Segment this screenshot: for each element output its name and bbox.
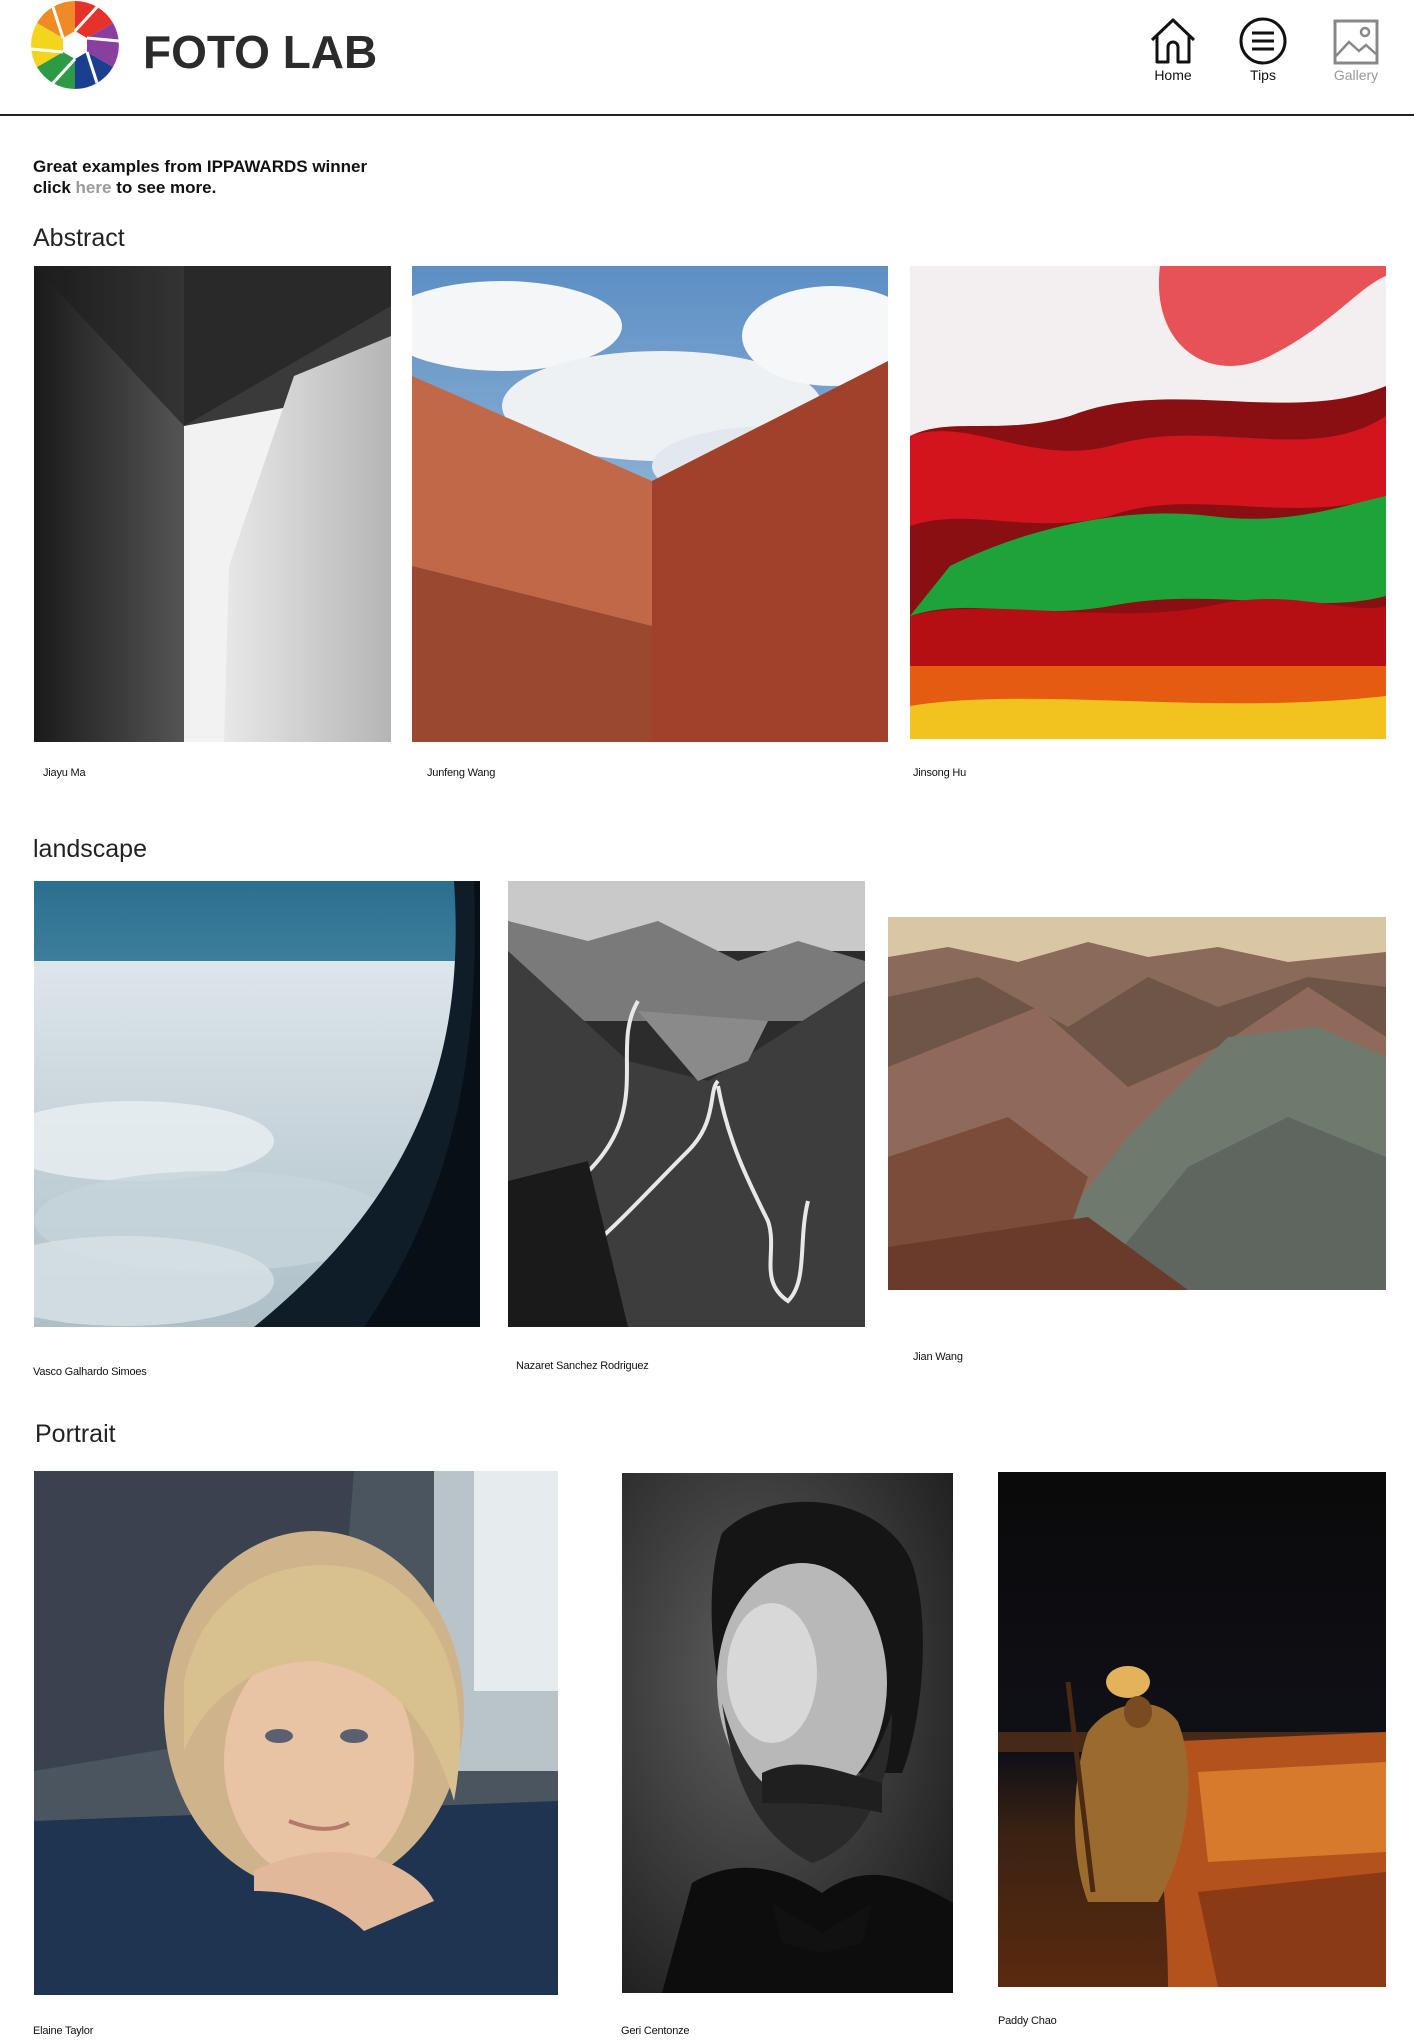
photo-landscape-2[interactable] (508, 881, 865, 1327)
photo-caption: Vasco Galhardo Simoes (33, 1366, 147, 1378)
photo-image (998, 1472, 1386, 1987)
photo-caption: Geri Centonze (621, 2025, 690, 2037)
photo-image (622, 1473, 953, 1993)
more-examples-link[interactable]: here (76, 178, 112, 197)
intro-text: Great examples from IPPAWARDS winner cli… (33, 156, 367, 198)
photo-image (34, 881, 480, 1327)
photo-portrait-3[interactable] (998, 1472, 1386, 1987)
photo-caption: Junfeng Wang (427, 767, 496, 779)
photo-caption: Nazaret Sanchez Rodriguez (516, 1360, 649, 1372)
photo-image (508, 881, 865, 1327)
nav-gallery-label: Gallery (1333, 67, 1379, 83)
gallery-icon (1333, 19, 1379, 65)
intro-line-2: click here to see more. (33, 177, 367, 198)
menu-icon (1239, 17, 1287, 65)
brand-name[interactable]: FOTO LAB (143, 24, 377, 80)
photo-image (888, 917, 1386, 1290)
photo-image (412, 266, 888, 742)
photo-abstract-2[interactable] (412, 266, 888, 742)
photo-landscape-1[interactable] (34, 881, 480, 1327)
photo-abstract-1[interactable] (34, 266, 391, 742)
photo-image (34, 266, 391, 742)
intro-prefix: click (33, 178, 76, 197)
photo-caption: Jian Wang (913, 1351, 963, 1363)
nav-tips-label: Tips (1250, 67, 1276, 83)
nav-tips[interactable]: Tips (1230, 16, 1296, 83)
photo-caption: Elaine Taylor (33, 2025, 94, 2037)
section-title-portrait: Portrait (35, 1420, 116, 1448)
photo-caption: Paddy Chao (998, 2015, 1057, 2027)
section-title-landscape: landscape (33, 835, 147, 863)
photo-caption: Jinsong Hu (913, 767, 967, 779)
section-title-abstract: Abstract (33, 224, 125, 252)
photo-portrait-1[interactable] (34, 1471, 558, 1995)
intro-suffix: to see more. (111, 178, 217, 197)
photo-landscape-3[interactable] (888, 917, 1386, 1290)
photo-caption: Jiayu Ma (43, 767, 86, 779)
photo-abstract-3[interactable] (910, 266, 1386, 739)
photo-image (34, 1471, 558, 1995)
home-icon (1150, 18, 1196, 64)
nav-home-label: Home (1154, 67, 1192, 83)
site-header: FOTO LAB Home Tips Gallery (0, 0, 1414, 116)
photo-portrait-2[interactable] (622, 1473, 953, 1993)
aperture-logo-icon[interactable] (30, 0, 120, 90)
intro-line-1: Great examples from IPPAWARDS winner (33, 157, 368, 176)
photo-image (910, 266, 1386, 739)
nav-gallery[interactable]: Gallery (1322, 18, 1390, 83)
nav-home[interactable]: Home (1140, 16, 1206, 83)
